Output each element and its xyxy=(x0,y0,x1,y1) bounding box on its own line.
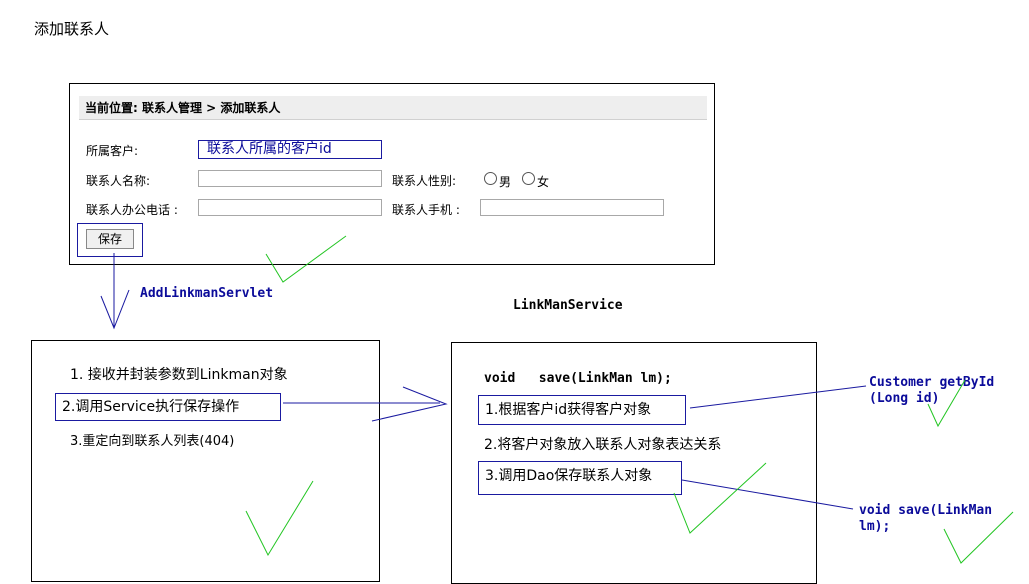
right-arrow xyxy=(283,386,448,422)
connector-linkman xyxy=(681,479,854,510)
annotation-layer xyxy=(100,235,1014,564)
down-arrow xyxy=(100,253,130,330)
check-customer-dao xyxy=(927,379,966,428)
check-form xyxy=(265,235,347,283)
check-service xyxy=(673,462,767,534)
check-linkman-dao xyxy=(943,511,1014,564)
check-servlet xyxy=(245,480,314,557)
connector-customer xyxy=(689,385,867,409)
